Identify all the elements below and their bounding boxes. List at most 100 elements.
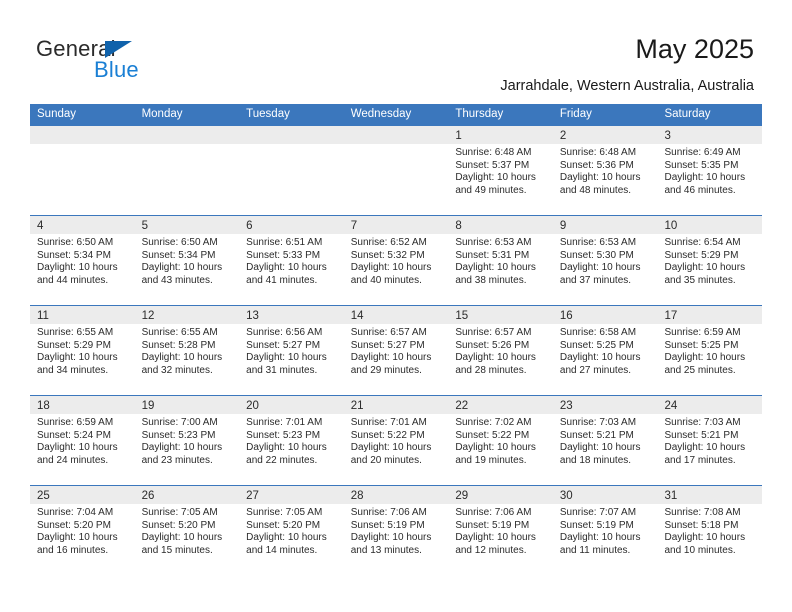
day-cell[interactable]: 8 Sunrise: 6:53 AM Sunset: 5:31 PM Dayli… [448, 216, 553, 305]
daylight-text-line2: and 20 minutes. [350, 454, 422, 466]
daylight-text-line2: and 12 minutes. [455, 544, 527, 556]
day-number: 17 [664, 310, 678, 322]
calendar-grid: Sunday Monday Tuesday Wednesday Thursday… [30, 104, 763, 575]
sunrise-text: Sunrise: 7:03 AM [664, 417, 741, 428]
sunset-text: Sunset: 5:27 PM [246, 339, 321, 351]
sunrise-text: Sunrise: 6:54 AM [664, 237, 741, 248]
day-cell[interactable]: 3 Sunrise: 6:49 AM Sunset: 5:35 PM Dayli… [657, 126, 763, 215]
day-cell[interactable]: 21 Sunrise: 7:01 AM Sunset: 5:22 PM Dayl… [343, 396, 449, 485]
day-cell[interactable]: 18 Sunrise: 6:59 AM Sunset: 5:24 PM Dayl… [30, 396, 135, 485]
sunrise-text: Sunrise: 7:08 AM [664, 507, 741, 518]
day-cell[interactable]: 6 Sunrise: 6:51 AM Sunset: 5:33 PM Dayli… [239, 216, 344, 305]
day-cell[interactable]: 15 Sunrise: 6:57 AM Sunset: 5:26 PM Dayl… [448, 306, 553, 395]
week-row: 25 Sunrise: 7:04 AM Sunset: 5:20 PM Dayl… [30, 485, 763, 575]
daylight-text-line2: and 17 minutes. [664, 454, 736, 466]
day-number: 7 [350, 220, 358, 232]
daylight-text-line1: Daylight: 10 hours [455, 532, 536, 544]
logo-triangle-icon [105, 41, 132, 58]
sunset-text: Sunset: 5:37 PM [455, 159, 530, 171]
sunset-text: Sunset: 5:29 PM [37, 339, 111, 351]
day-cell[interactable]: 2 Sunrise: 6:48 AM Sunset: 5:36 PM Dayli… [552, 126, 658, 215]
day-number: 5 [141, 220, 148, 232]
day-number: 10 [664, 220, 678, 232]
day-cell[interactable]: 31 Sunrise: 7:08 AM Sunset: 5:18 PM Dayl… [657, 486, 763, 575]
day-cell[interactable]: 12 Sunrise: 6:55 AM Sunset: 5:28 PM Dayl… [134, 306, 240, 395]
sunset-text: Sunset: 5:21 PM [664, 429, 739, 441]
sunrise-text: Sunrise: 7:04 AM [37, 507, 114, 518]
daylight-text-line1: Daylight: 10 hours [141, 262, 223, 274]
sunset-text: Sunset: 5:25 PM [559, 339, 634, 351]
day-cell[interactable]: 4 Sunrise: 6:50 AM Sunset: 5:34 PM Dayli… [30, 216, 135, 305]
sunrise-text: Sunrise: 6:59 AM [37, 417, 114, 428]
daylight-text-line1: Daylight: 10 hours [141, 352, 223, 364]
day-number: 22 [455, 400, 469, 412]
day-cell[interactable]: 11 Sunrise: 6:55 AM Sunset: 5:29 PM Dayl… [30, 306, 135, 395]
weekday-header-thursday: Thursday [455, 108, 504, 120]
day-cell[interactable]: 9 Sunrise: 6:53 AM Sunset: 5:30 PM Dayli… [552, 216, 658, 305]
day-cell[interactable]: 14 Sunrise: 6:57 AM Sunset: 5:27 PM Dayl… [343, 306, 449, 395]
day-cell[interactable]: 7 Sunrise: 6:52 AM Sunset: 5:32 PM Dayli… [343, 216, 449, 305]
daylight-text-line2: and 48 minutes. [559, 184, 632, 196]
day-cell[interactable]: 19 Sunrise: 7:00 AM Sunset: 5:23 PM Dayl… [134, 396, 240, 485]
daylight-text-line2: and 24 minutes. [37, 454, 109, 466]
sunrise-text: Sunrise: 7:03 AM [559, 417, 637, 428]
daylight-text-line1: Daylight: 10 hours [455, 172, 536, 184]
day-cell[interactable]: 13 Sunrise: 6:56 AM Sunset: 5:27 PM Dayl… [239, 306, 344, 395]
week-row: 1 Sunrise: 6:48 AM Sunset: 5:37 PM Dayli… [30, 125, 763, 215]
week-row: 4 Sunrise: 6:50 AM Sunset: 5:34 PM Dayli… [30, 215, 763, 305]
day-number: 28 [350, 490, 364, 502]
day-cell[interactable]: 5 Sunrise: 6:50 AM Sunset: 5:34 PM Dayli… [134, 216, 240, 305]
sunset-text: Sunset: 5:24 PM [37, 429, 111, 441]
day-cell[interactable]: 29 Sunrise: 7:06 AM Sunset: 5:19 PM Dayl… [448, 486, 553, 575]
daylight-text-line1: Daylight: 10 hours [455, 262, 536, 274]
page-header: General Blue May 2025 Jarrahdale, Wester… [0, 0, 792, 104]
day-number: 29 [455, 490, 469, 502]
day-cell[interactable]: 22 Sunrise: 7:02 AM Sunset: 5:22 PM Dayl… [448, 396, 553, 485]
daylight-text-line2: and 28 minutes. [455, 364, 527, 376]
daylight-text-line1: Daylight: 10 hours [141, 532, 223, 544]
sunrise-text: Sunrise: 6:55 AM [37, 327, 114, 338]
calendar-page: General Blue May 2025 Jarrahdale, Wester… [0, 0, 792, 612]
day-cell[interactable]: 24 Sunrise: 7:03 AM Sunset: 5:21 PM Dayl… [657, 396, 763, 485]
daylight-text-line2: and 13 minutes. [350, 544, 422, 556]
daylight-text-line1: Daylight: 10 hours [455, 442, 536, 454]
daylight-text-line1: Daylight: 10 hours [37, 352, 118, 364]
general-blue-logo[interactable]: General Blue [36, 36, 236, 82]
sunrise-text: Sunrise: 6:50 AM [37, 237, 114, 248]
day-cell[interactable]: 23 Sunrise: 7:03 AM Sunset: 5:21 PM Dayl… [552, 396, 658, 485]
day-cell[interactable]: 20 Sunrise: 7:01 AM Sunset: 5:23 PM Dayl… [239, 396, 344, 485]
day-number: 27 [246, 490, 259, 502]
day-cell[interactable]: 10 Sunrise: 6:54 AM Sunset: 5:29 PM Dayl… [657, 216, 763, 305]
day-cell[interactable]: 27 Sunrise: 7:05 AM Sunset: 5:20 PM Dayl… [239, 486, 344, 575]
sunset-text: Sunset: 5:22 PM [350, 429, 425, 441]
day-number: 12 [141, 310, 155, 322]
sunrise-text: Sunrise: 7:01 AM [350, 417, 427, 428]
daylight-text-line2: and 14 minutes. [246, 544, 318, 556]
daylight-text-line2: and 10 minutes. [664, 544, 736, 556]
daylight-text-line1: Daylight: 10 hours [664, 352, 746, 364]
daylight-text-line2: and 16 minutes. [37, 544, 109, 556]
day-cell[interactable]: 1 Sunrise: 6:48 AM Sunset: 5:37 PM Dayli… [448, 126, 553, 215]
daylight-text-line2: and 43 minutes. [141, 274, 213, 286]
day-number: 24 [664, 400, 678, 412]
sunset-text: Sunset: 5:31 PM [455, 249, 530, 261]
daylight-text-line1: Daylight: 10 hours [559, 352, 641, 364]
day-cell[interactable]: 25 Sunrise: 7:04 AM Sunset: 5:20 PM Dayl… [30, 486, 135, 575]
day-cell[interactable]: 30 Sunrise: 7:07 AM Sunset: 5:19 PM Dayl… [552, 486, 658, 575]
daylight-text-line2: and 15 minutes. [141, 544, 213, 556]
day-cell[interactable]: 16 Sunrise: 6:58 AM Sunset: 5:25 PM Dayl… [552, 306, 658, 395]
day-cell[interactable]: 17 Sunrise: 6:59 AM Sunset: 5:25 PM Dayl… [657, 306, 763, 395]
daylight-text-line2: and 34 minutes. [37, 364, 109, 376]
sunset-text: Sunset: 5:20 PM [246, 519, 321, 531]
day-cell[interactable]: 26 Sunrise: 7:05 AM Sunset: 5:20 PM Dayl… [134, 486, 240, 575]
day-cell[interactable]: 28 Sunrise: 7:06 AM Sunset: 5:19 PM Dayl… [343, 486, 449, 575]
daylight-text-line2: and 32 minutes. [141, 364, 213, 376]
page-subtitle-location: Jarrahdale, Western Australia, Australia [500, 78, 754, 94]
daylight-text-line2: and 35 minutes. [664, 274, 736, 286]
daylight-text-line2: and 25 minutes. [664, 364, 736, 376]
sunset-text: Sunset: 5:18 PM [664, 519, 739, 531]
weekday-header-saturday: Saturday [664, 108, 711, 120]
daylight-text-line2: and 22 minutes. [246, 454, 318, 466]
sunrise-text: Sunrise: 7:02 AM [455, 417, 532, 428]
sunrise-text: Sunrise: 6:48 AM [559, 147, 637, 158]
